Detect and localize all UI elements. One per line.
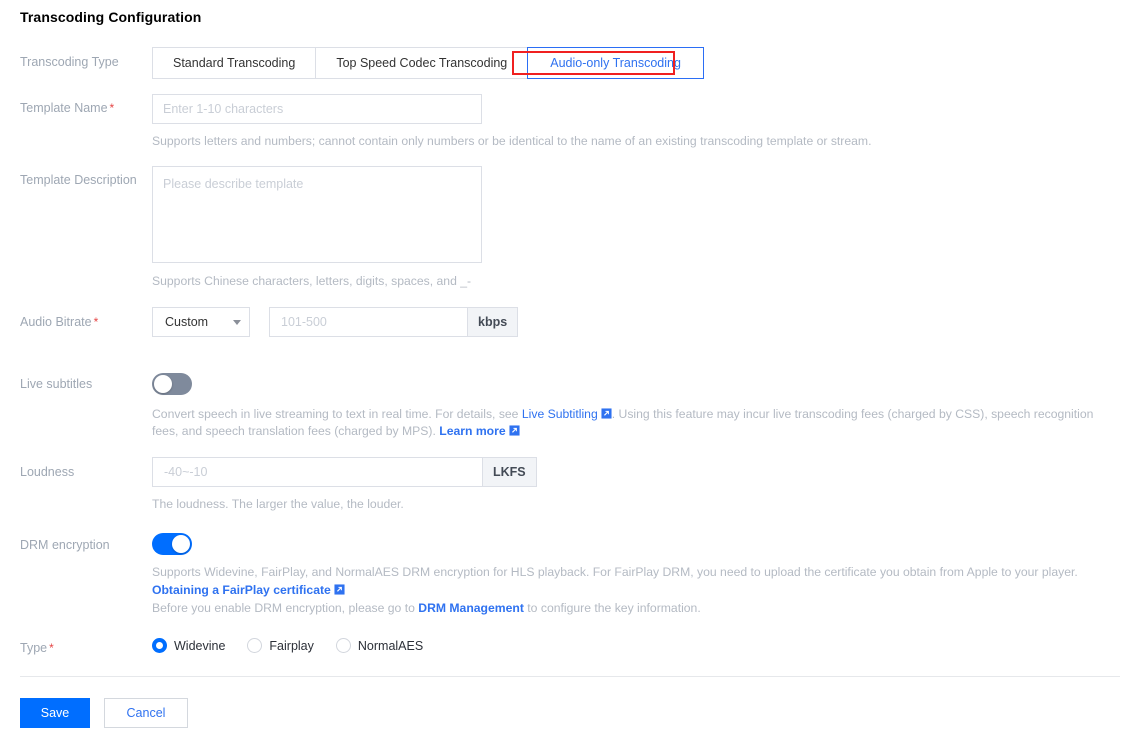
transcoding-type-tabs[interactable]: Standard Transcoding Top Speed Codec Tra… [152,47,704,79]
tab-top-speed-codec-transcoding[interactable]: Top Speed Codec Transcoding [316,47,529,79]
live-subtitles-label: Live subtitles [20,377,93,391]
type-label: Type * [20,641,54,655]
tab-standard-transcoding[interactable]: Standard Transcoding [152,47,317,79]
loudness-input-group: LKFS [152,457,537,487]
live-subtitles-hint: Convert speech in live streaming to text… [152,406,1097,440]
template-description-hint: Supports Chinese characters, letters, di… [152,274,472,288]
type-radio-group: Widevine Fairplay NormalAES [152,638,445,653]
footer-divider [20,676,1120,677]
obtaining-fairplay-certificate-link[interactable]: Obtaining a FairPlay certificate [152,583,331,597]
live-subtitles-toggle[interactable] [152,373,192,395]
cancel-button[interactable]: Cancel [104,698,188,728]
transcoding-configuration-page: Transcoding Configuration Transcoding Ty… [0,0,1139,737]
drm-hint2-suffix: to configure the key information. [527,601,701,615]
radio-label: Widevine [174,638,226,653]
radio-label: NormalAES [357,638,424,653]
radio-dot [152,638,167,653]
template-description-textarea[interactable] [152,166,482,263]
template-description-label: Template Description [20,173,137,187]
audio-bitrate-label: Audio Bitrate * [20,315,99,329]
tab-audio-only-transcoding[interactable]: Audio-only Transcoding [527,47,704,79]
live-subtitling-link[interactable]: Live Subtitling [522,407,598,421]
drm-management-line: Before you enable DRM encryption, please… [152,600,852,617]
drm-certificate-line: Obtaining a FairPlay certificate [152,582,752,599]
loudness-hint: The loudness. The larger the value, the … [152,497,404,511]
loudness-unit: LKFS [482,457,537,487]
audio-bitrate-select-value: Custom [165,315,209,329]
radio-label: Fairplay [269,638,314,653]
audio-bitrate-input[interactable] [269,307,467,337]
drm-management-link[interactable]: DRM Management [418,601,524,615]
required-marker: * [93,315,99,329]
required-marker: * [109,101,115,115]
audio-bitrate-unit: kbps [467,307,519,337]
external-link-icon [509,424,520,436]
save-button[interactable]: Save [20,698,90,728]
live-subtitles-hint-part1: Convert speech in live streaming to text… [152,407,519,421]
drm-encryption-toggle[interactable] [152,533,192,555]
toggle-knob [154,375,172,393]
audio-bitrate-select[interactable]: Custom [152,307,250,337]
loudness-label: Loudness [20,465,75,479]
radio-dot [335,638,351,653]
chevron-down-icon [233,319,241,325]
page-title: Transcoding Configuration [20,9,202,25]
learn-more-link[interactable]: Learn more [439,424,505,438]
radio-widevine[interactable]: Widevine [152,638,225,653]
loudness-input[interactable] [152,457,482,487]
drm-encryption-hint-1: Supports Widevine, FairPlay, and NormalA… [152,565,1078,579]
required-marker: * [49,641,54,655]
external-link-icon [601,407,612,419]
drm-hint2-prefix: Before you enable DRM encryption, please… [152,601,415,615]
template-name-input[interactable] [152,94,482,124]
template-name-hint: Supports letters and numbers; cannot con… [152,134,872,148]
toggle-knob [172,535,190,553]
audio-bitrate-input-group: kbps [269,307,519,337]
radio-normalaes[interactable]: NormalAES [335,638,424,653]
external-link-icon [334,583,345,595]
radio-dot [247,638,263,653]
drm-encryption-label: DRM encryption [20,538,110,552]
radio-fairplay[interactable]: Fairplay [247,638,314,653]
transcoding-type-label: Transcoding Type [20,55,119,69]
template-name-label: Template Name * [20,101,115,115]
